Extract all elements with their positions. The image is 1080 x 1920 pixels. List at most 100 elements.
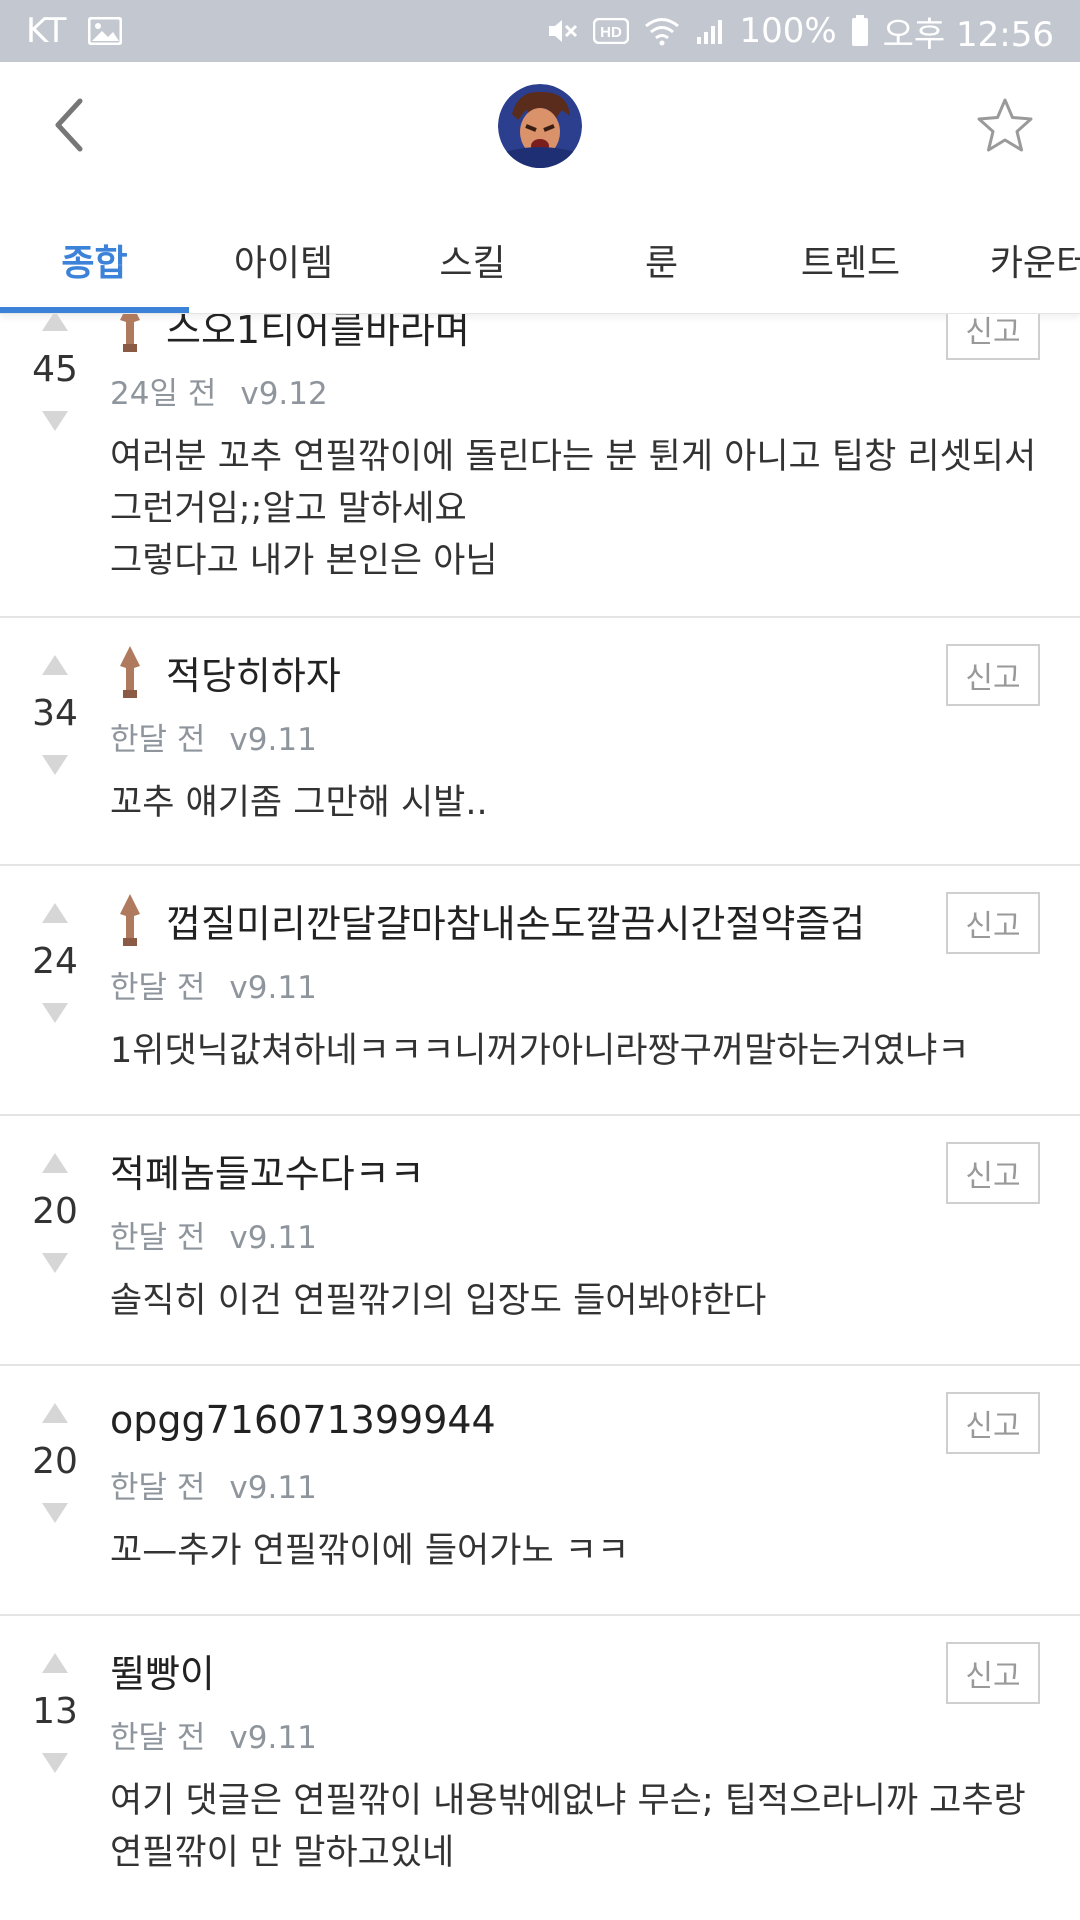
tab-skills[interactable]: 스킬 [378, 214, 567, 313]
comment-text: 꼬추 얘기좀 그만해 시발.. [110, 777, 1050, 829]
downvote-button[interactable] [35, 406, 75, 436]
tab-bar: 종합 아이템 스킬 룬 트렌드 카운터 [0, 214, 1080, 314]
upvote-button[interactable] [35, 898, 75, 928]
comment-item: 20 opgg716071399944 한달 전 v9.11 꼬—추가 연필깎이에… [0, 1366, 1080, 1616]
favorite-button[interactable] [972, 92, 1038, 158]
report-button[interactable]: 신고 [946, 1392, 1040, 1454]
star-outline-icon [977, 98, 1033, 152]
vote-count: 45 [32, 349, 78, 390]
tier-badge-icon [110, 644, 150, 700]
upvote-button[interactable] [35, 1148, 75, 1178]
comment-time: 한달 전 [110, 1470, 206, 1506]
champion-avatar [498, 84, 582, 168]
vote-control: 45 [20, 314, 90, 436]
triangle-up-icon [42, 903, 68, 923]
clock: 오후 12:56 [882, 14, 1054, 55]
triangle-down-icon [42, 411, 68, 431]
comment-version: v9.11 [229, 970, 317, 1006]
report-button[interactable]: 신고 [946, 644, 1040, 706]
triangle-down-icon [42, 1253, 68, 1273]
comment-text: 여러분 꼬추 연필깎이에 돌린다는 분 튄게 아니고 팁창 리셋되서 그런거임;… [110, 431, 1050, 587]
comment-list: 45 스오1티어를바라며 24일 전 v9.12 여러분 꼬추 연필깎이에 돌린다… [0, 314, 1080, 1920]
report-button[interactable]: 신고 [946, 1642, 1040, 1704]
triangle-down-icon [42, 1503, 68, 1523]
back-button[interactable] [40, 92, 100, 158]
comment-author[interactable]: 적당히하자 [166, 645, 341, 700]
comment-text-line: 그렇다고 내가 본인은 아님 [110, 541, 498, 581]
comment-version: v9.11 [229, 1220, 317, 1256]
comment-text-line: 여기 댓글은 연필깎이 내용밖에없냐 무슨; 팁적으라니까 고추랑 [110, 1781, 1026, 1821]
vote-count: 20 [32, 1441, 78, 1482]
downvote-button[interactable] [35, 998, 75, 1028]
comment-author[interactable]: 적폐놈들꼬수다ㅋㅋ [110, 1143, 425, 1198]
upvote-button[interactable] [35, 314, 75, 336]
report-button[interactable]: 신고 [946, 314, 1040, 360]
comment-text-line: 연필깎이 만 말하고있네 [110, 1833, 455, 1873]
comment-meta: 한달 전 v9.11 [110, 962, 1050, 1007]
vote-control: 34 [20, 650, 90, 780]
tab-runes[interactable]: 룬 [567, 214, 756, 313]
upvote-button[interactable] [35, 1648, 75, 1678]
report-button[interactable]: 신고 [946, 892, 1040, 954]
downvote-button[interactable] [35, 750, 75, 780]
comment-version: v9.11 [229, 722, 317, 758]
triangle-up-icon [42, 1153, 68, 1173]
comment-version: v9.11 [229, 1720, 317, 1756]
comment-text-line: 그런거임;;알고 말하세요 [110, 489, 467, 529]
svg-text:HD: HD [601, 24, 623, 41]
comment-time: 한달 전 [110, 1220, 206, 1256]
comment-meta: 한달 전 v9.11 [110, 1712, 1050, 1757]
mute-icon [547, 16, 579, 46]
tier-badge-icon [110, 892, 150, 948]
triangle-down-icon [42, 755, 68, 775]
vote-control: 24 [20, 898, 90, 1028]
chevron-left-icon [55, 98, 83, 152]
image-icon [88, 17, 123, 45]
comment-text-line: 1위댓닉값쳐하네ㅋㅋㅋ니꺼가아니라짱구꺼말하는거였냐ㅋ [110, 1031, 970, 1071]
tab-trends[interactable]: 트렌드 [756, 214, 945, 313]
upvote-button[interactable] [35, 650, 75, 680]
tier-badge-icon [110, 314, 150, 354]
downvote-button[interactable] [35, 1748, 75, 1778]
vote-count: 24 [32, 941, 78, 982]
upvote-button[interactable] [35, 1398, 75, 1428]
comment-text-line: 꼬—추가 연필깎이에 들어가노 ㅋㅋ [110, 1531, 630, 1571]
comment-author[interactable]: 껍질미리깐달걀마참내손도깔끔시간절약즐겁 [166, 893, 865, 948]
comment-time: 한달 전 [110, 970, 206, 1006]
tab-items[interactable]: 아이템 [189, 214, 378, 313]
comment-version: v9.12 [240, 376, 328, 412]
comment-item: 13 뛸빵이 한달 전 v9.11 여기 댓글은 연필깎이 내용밖에없냐 무슨; … [0, 1616, 1080, 1916]
signal-icon [695, 17, 725, 45]
battery-percent: 100% [739, 11, 837, 51]
tab-counters[interactable]: 카운터 [945, 214, 1080, 313]
comment-meta: 한달 전 v9.11 [110, 1462, 1050, 1507]
comment-time: 24일 전 [110, 376, 217, 412]
triangle-down-icon [42, 1003, 68, 1023]
battery-icon [851, 15, 869, 47]
comment-meta: 24일 전 v9.12 [110, 368, 1050, 413]
vote-count: 34 [32, 693, 78, 734]
comment-meta: 한달 전 v9.11 [110, 714, 1050, 759]
report-button[interactable]: 신고 [946, 1142, 1040, 1204]
comment-text-line: 솔직히 이건 연필깎기의 입장도 들어봐야한다 [110, 1281, 767, 1321]
comment-item: 24 껍질미리깐달걀마참내손도깔끔시간절약즐겁 한달 전 v9.11 1위댓닉값쳐… [0, 866, 1080, 1116]
triangle-up-icon [42, 314, 68, 331]
downvote-button[interactable] [35, 1498, 75, 1528]
comment-author[interactable]: 뛸빵이 [110, 1643, 215, 1698]
comment-text-line: 여러분 꼬추 연필깎이에 돌린다는 분 튄게 아니고 팁창 리셋되서 [110, 437, 1037, 477]
comment-version: v9.11 [229, 1470, 317, 1506]
comment-item: 20 적폐놈들꼬수다ㅋㅋ 한달 전 v9.11 솔직히 이건 연필깎기의 입장도 … [0, 1116, 1080, 1366]
comment-time: 한달 전 [110, 722, 206, 758]
triangle-down-icon [42, 1753, 68, 1773]
triangle-up-icon [42, 1653, 68, 1673]
vote-count: 13 [32, 1691, 78, 1732]
comment-text: 꼬—추가 연필깎이에 들어가노 ㅋㅋ [110, 1525, 1050, 1577]
comment-text: 여기 댓글은 연필깎이 내용밖에없냐 무슨; 팁적으라니까 고추랑 연필깎이 만… [110, 1775, 1050, 1879]
comment-author[interactable]: 스오1티어를바라며 [166, 314, 470, 354]
downvote-button[interactable] [35, 1248, 75, 1278]
comment-time: 한달 전 [110, 1720, 206, 1756]
comment-author[interactable]: opgg716071399944 [110, 1398, 496, 1442]
comment-item: 34 적당히하자 한달 전 v9.11 꼬추 얘기좀 그만해 시발.. 신고 [0, 618, 1080, 866]
comment-text-line: 꼬추 얘기좀 그만해 시발.. [110, 783, 488, 823]
tab-overview[interactable]: 종합 [0, 214, 189, 313]
